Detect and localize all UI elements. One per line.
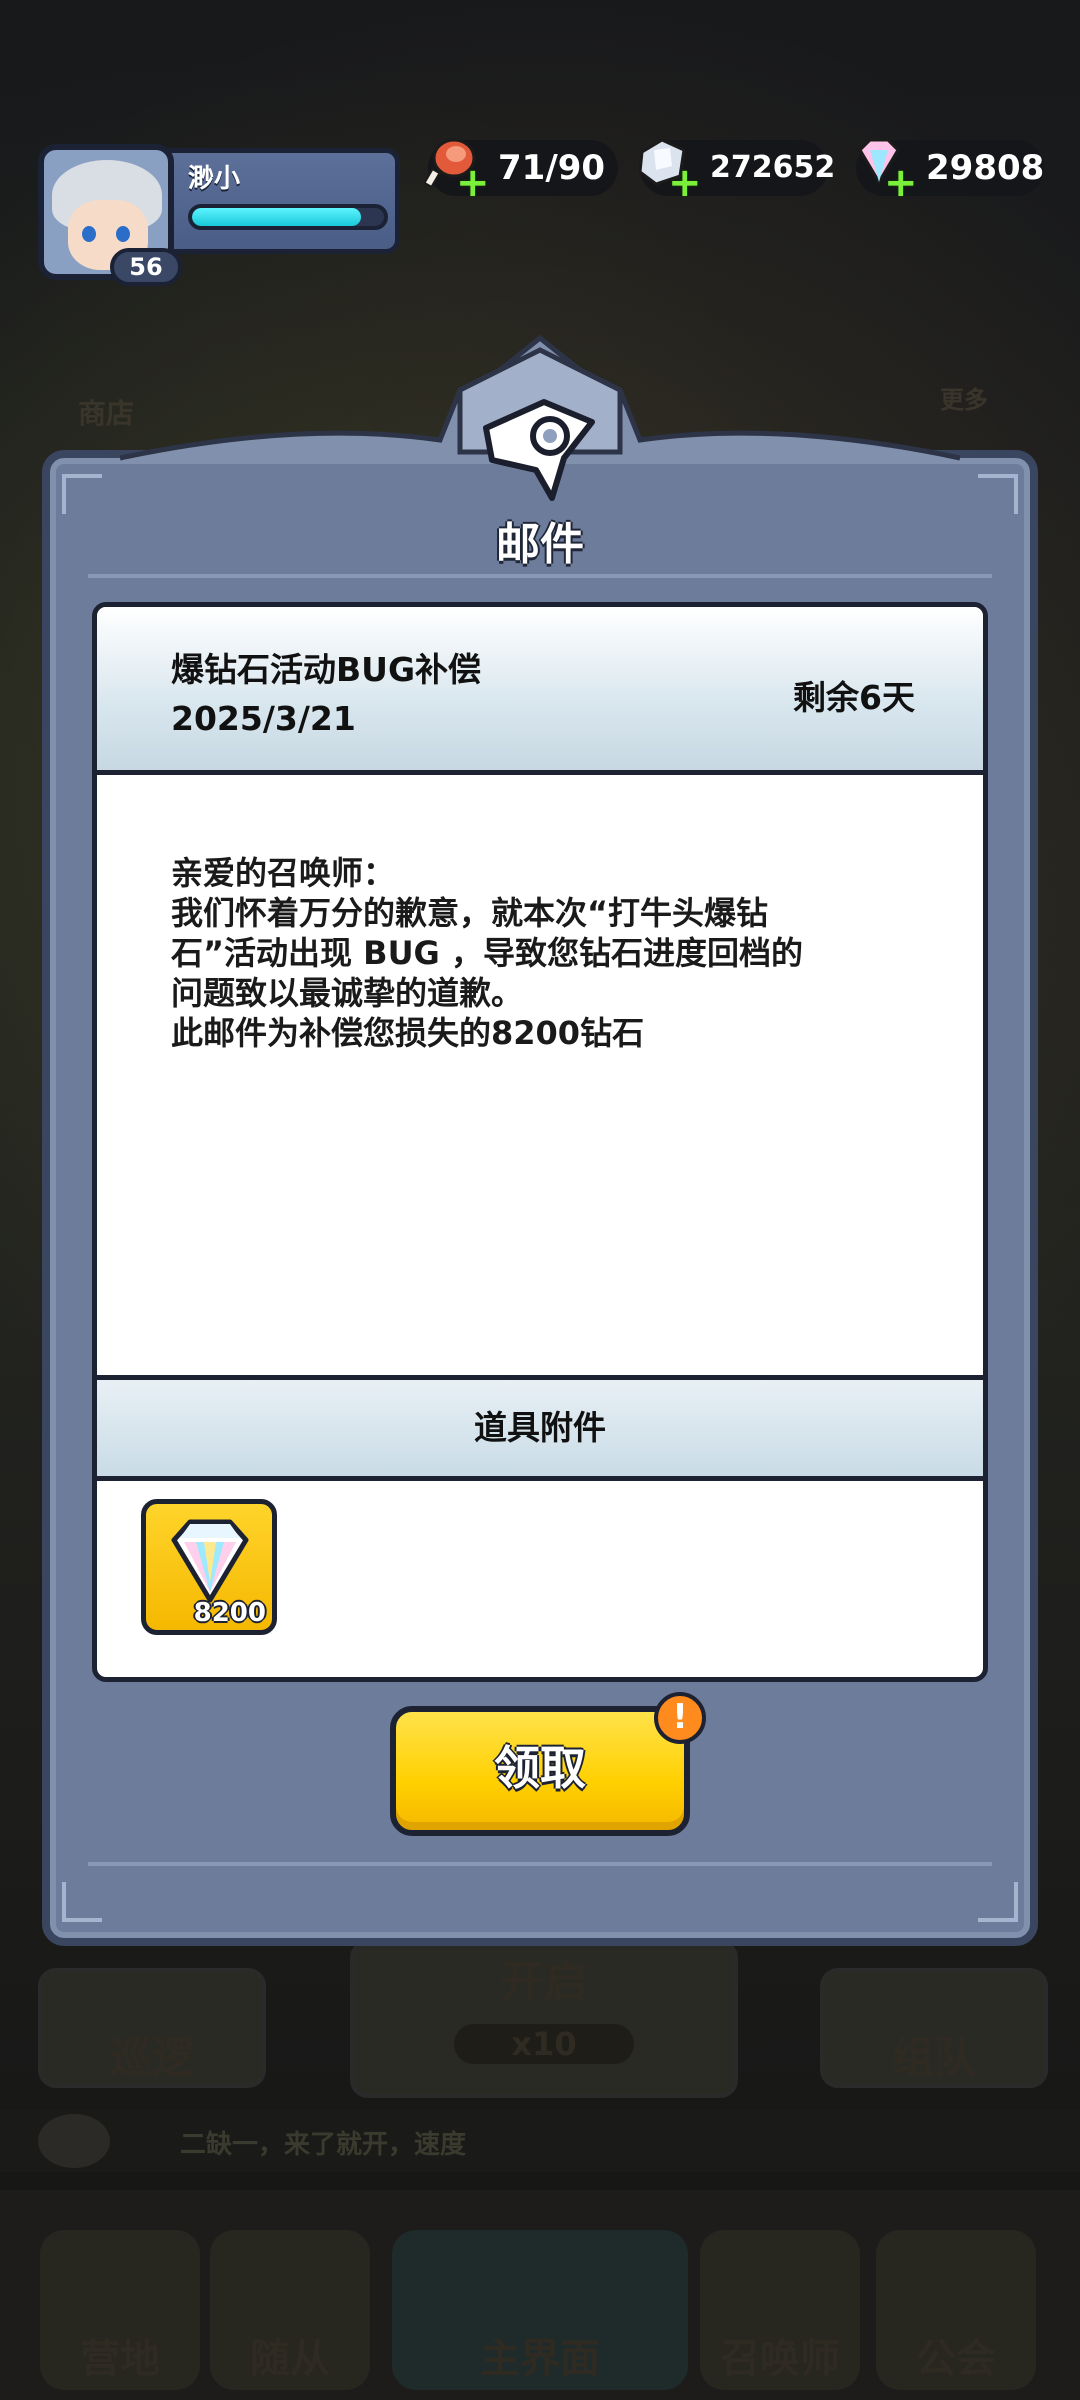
mail-date: 2025/3/21 xyxy=(171,699,356,738)
chat-bar[interactable]: 二缺一，来了就开，速度 xyxy=(0,2110,1080,2172)
title-divider xyxy=(88,574,992,578)
team-button-bg: 组队 xyxy=(820,1968,1048,2088)
corner-ornament xyxy=(62,474,102,514)
add-diamond-icon[interactable]: + xyxy=(884,163,918,203)
bottom-divider xyxy=(88,1862,992,1866)
nav-followers-label: 随从 xyxy=(250,2336,330,2382)
nav-followers[interactable]: 随从 xyxy=(210,2230,370,2390)
mail-icon xyxy=(483,399,595,501)
corner-ornament xyxy=(978,1882,1018,1922)
player-level: 56 xyxy=(110,248,182,286)
player-profile[interactable]: 渺小 56 xyxy=(38,144,400,286)
add-coin-icon[interactable]: + xyxy=(668,163,702,203)
corner-ornament xyxy=(62,1882,102,1922)
dialog-title: 邮件 xyxy=(496,519,584,570)
diamond-counter[interactable]: + 29808 xyxy=(856,138,1045,203)
xp-bar xyxy=(188,204,388,230)
mail-header: 爆钻石活动BUG补偿 2025/3/21 剩余6天 xyxy=(97,607,983,775)
team-label: 组队 xyxy=(891,2033,976,2082)
coin-counter[interactable]: + 272652 xyxy=(638,138,835,203)
coin-value: 272652 xyxy=(710,150,836,185)
mail-body-line: 石”活动出现 BUG ，导致您钻石进度回档的 xyxy=(171,934,803,972)
mail-greeting: 亲爱的召唤师： xyxy=(171,854,396,892)
claim-button[interactable]: 领取 xyxy=(390,1706,690,1836)
chat-message: 二缺一，来了就开，速度 xyxy=(180,2130,467,2160)
mail-body: 亲爱的召唤师： 我们怀着万分的歉意，就本次“打牛头爆钻 石”活动出现 BUG ，… xyxy=(171,853,931,1053)
start-cost: x10 xyxy=(454,2024,634,2064)
mail-body-line: 我们怀着万分的歉意，就本次“打牛头爆钻 xyxy=(171,894,769,932)
player-name: 渺小 xyxy=(188,164,241,194)
nav-camp-label: 营地 xyxy=(80,2336,160,2382)
patrol-button-bg: 巡逻 xyxy=(38,1968,266,2088)
diamond-value: 29808 xyxy=(926,148,1045,188)
nav-summoner[interactable]: 召唤师 xyxy=(700,2230,860,2390)
claim-alert-badge: ! xyxy=(654,1692,706,1744)
mail-body-line: 此邮件为补偿您损失的8200钻石 xyxy=(171,1014,645,1052)
mail-remaining-days: 剩余6天 xyxy=(793,678,915,717)
mail-card: 爆钻石活动BUG补偿 2025/3/21 剩余6天 亲爱的召唤师： 我们怀着万分… xyxy=(92,602,988,1682)
chat-bubble-icon xyxy=(38,2114,110,2168)
stamina-value: 71/90 xyxy=(498,148,606,188)
attachment-count: 8200 xyxy=(193,1598,266,1628)
patrol-label: 巡逻 xyxy=(109,2033,194,2082)
stamina-counter[interactable]: + 71/90 xyxy=(423,138,618,203)
mail-body-line: 问题致以最诚挚的道歉。 xyxy=(171,974,524,1012)
attachment-item[interactable]: 8200 xyxy=(141,1499,277,1635)
nav-main-label: 主界面 xyxy=(480,2336,600,2382)
diamond-icon xyxy=(171,1519,249,1603)
nav-guild[interactable]: 公会 xyxy=(876,2230,1036,2390)
xp-bar-fill xyxy=(192,208,361,226)
nav-summoner-label: 召唤师 xyxy=(720,2336,840,2382)
mail-subject: 爆钻石活动BUG补偿 xyxy=(171,650,482,689)
corner-ornament xyxy=(978,474,1018,514)
start-button-bg: 开启 x10 xyxy=(350,1940,738,2098)
nav-guild-label: 公会 xyxy=(916,2336,996,2382)
add-stamina-icon[interactable]: + xyxy=(456,163,490,203)
nav-camp[interactable]: 营地 xyxy=(40,2230,200,2390)
bottom-navigation: 营地 随从 主界面 召唤师 公会 xyxy=(0,2190,1080,2400)
start-label: 开启 xyxy=(500,1957,588,2008)
attachments-header: 道具附件 xyxy=(97,1375,983,1481)
nav-main[interactable]: 主界面 xyxy=(392,2230,688,2390)
